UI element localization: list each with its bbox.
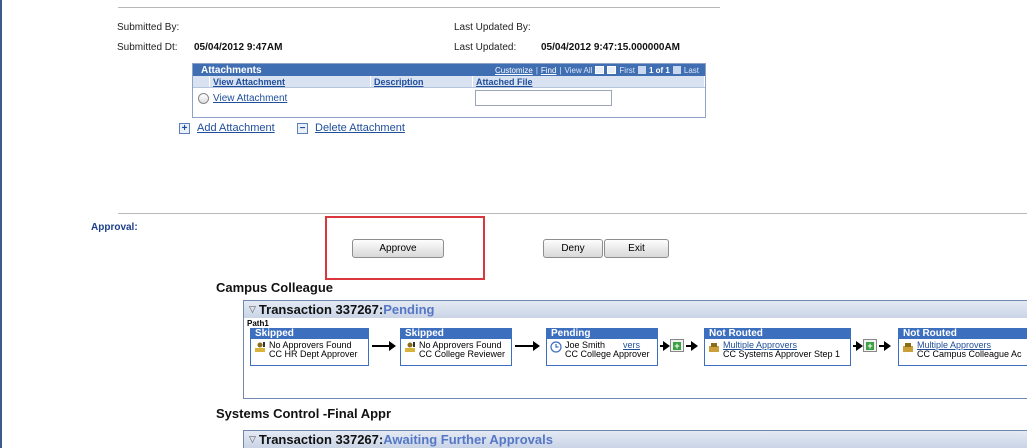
separator: | bbox=[535, 65, 538, 75]
transaction-box-1: ▽ Transaction 337267: Pending Path1 Skip… bbox=[243, 300, 1027, 399]
section-title-campus-colleague: Campus Colleague bbox=[216, 280, 334, 295]
separator: | bbox=[559, 65, 562, 75]
step-status: Not Routed bbox=[899, 329, 1027, 339]
collapse-triangle-icon[interactable]: ▽ bbox=[249, 434, 256, 445]
path-label: Path1 bbox=[247, 319, 269, 328]
plus-icon: + bbox=[866, 341, 874, 351]
submitted-dt-label: Submitted Dt: bbox=[117, 42, 178, 53]
step-hr-dept: Skipped No Approvers Found CC HR Dept App… bbox=[250, 328, 369, 366]
attachments-header: Attachments Customize | Find | View All … bbox=[193, 64, 705, 76]
flow-arrow bbox=[660, 341, 670, 351]
col-attached-file[interactable]: Attached File bbox=[473, 76, 705, 87]
add-attachment-icon[interactable]: + bbox=[179, 123, 190, 134]
person-warning-icon bbox=[405, 342, 415, 352]
flow-arrow bbox=[372, 341, 396, 351]
last-updated-label: Last Updated: bbox=[454, 42, 517, 53]
exit-button[interactable]: Exit bbox=[604, 239, 669, 258]
step-college-approver: Pending Joe Smith vers CC College Approve… bbox=[546, 328, 658, 366]
deny-button[interactable]: Deny bbox=[543, 239, 603, 258]
submitted-dt-value: 05/04/2012 9:47AM bbox=[194, 42, 283, 53]
group-folder-icon bbox=[709, 343, 719, 352]
step-line2: CC College Approver bbox=[565, 349, 650, 359]
transaction-label-2: Transaction 337267: bbox=[258, 432, 384, 447]
grid-toolbar: Customize | Find | View All First 1 of 1… bbox=[495, 64, 699, 76]
delete-attachment-icon[interactable]: − bbox=[297, 123, 308, 134]
col-description[interactable]: Description bbox=[371, 76, 473, 87]
flow-arrow bbox=[853, 341, 863, 351]
transaction-label-1: Transaction 337267: bbox=[258, 302, 384, 317]
transaction-header-1[interactable]: ▽ Transaction 337267: Pending bbox=[244, 301, 1027, 318]
prev-arrow-icon[interactable] bbox=[637, 66, 646, 74]
step-status: Skipped bbox=[251, 329, 368, 339]
clock-icon bbox=[550, 341, 562, 353]
transaction-status-2: Awaiting Further Approvals bbox=[383, 432, 553, 447]
transaction-status-1: Pending bbox=[383, 302, 435, 317]
range-text: 1 of 1 bbox=[648, 65, 670, 75]
submitted-by-label: Submitted By: bbox=[117, 22, 180, 33]
view-all-link[interactable]: View All bbox=[565, 66, 593, 75]
step-systems-approver: Not Routed Multiple Approvers CC Systems … bbox=[704, 328, 851, 366]
approval-divider bbox=[118, 213, 1027, 214]
section-title-systems-control: Systems Control -Final Appr bbox=[216, 406, 392, 421]
flow-arrow bbox=[515, 341, 540, 351]
plus-icon: + bbox=[673, 341, 681, 351]
step-line2: CC HR Dept Approver bbox=[269, 349, 358, 359]
step-line2: CC Systems Approver Step 1 bbox=[723, 349, 841, 359]
step-status: Not Routed bbox=[705, 329, 850, 339]
find-link[interactable]: Find bbox=[541, 66, 557, 75]
flow-arrow bbox=[686, 341, 698, 351]
approve-button[interactable]: Approve bbox=[352, 239, 444, 258]
row-select-radio[interactable] bbox=[198, 92, 209, 104]
attachments-column-headers: View Attachment Description Attached Fil… bbox=[193, 76, 705, 88]
approval-label: Approval: bbox=[91, 222, 138, 233]
col-view-attachment[interactable]: View Attachment bbox=[210, 76, 371, 87]
last-updated-value: 05/04/2012 9:47:15.000000AM bbox=[541, 42, 680, 53]
first-link[interactable]: First bbox=[619, 66, 635, 75]
step-line2: CC College Reviewer bbox=[419, 349, 506, 359]
attached-file-field[interactable] bbox=[475, 90, 612, 106]
next-arrow-icon[interactable] bbox=[672, 66, 681, 74]
top-divider bbox=[118, 7, 720, 8]
insert-approver-button[interactable]: + bbox=[863, 339, 877, 352]
table-row: View Attachment bbox=[193, 88, 705, 108]
attachments-grid: Attachments Customize | Find | View All … bbox=[192, 63, 706, 118]
step-status: Skipped bbox=[401, 329, 511, 339]
select-column-header bbox=[193, 76, 210, 87]
customize-link[interactable]: Customize bbox=[495, 66, 533, 75]
person-warning-icon bbox=[255, 342, 265, 352]
grid-icon[interactable] bbox=[607, 66, 617, 74]
last-link[interactable]: Last bbox=[684, 66, 699, 75]
attachments-title: Attachments bbox=[201, 64, 262, 76]
delete-attachment-link[interactable]: Delete Attachment bbox=[315, 122, 405, 134]
transaction-header-2[interactable]: ▽ Transaction 337267: Awaiting Further A… bbox=[244, 431, 1027, 448]
view-attachment-link[interactable]: View Attachment bbox=[213, 93, 287, 104]
flow-arrow bbox=[879, 341, 891, 351]
last-updated-by-label: Last Updated By: bbox=[454, 22, 531, 33]
step-college-reviewer: Skipped No Approvers Found CC College Rev… bbox=[400, 328, 512, 366]
group-folder-icon bbox=[903, 343, 913, 352]
step-status: Pending bbox=[547, 329, 657, 339]
step-campus-colleague: Not Routed Multiple Approvers CC Campus C… bbox=[898, 328, 1027, 366]
download-icon[interactable] bbox=[595, 66, 605, 74]
add-attachment-link[interactable]: Add Attachment bbox=[197, 122, 275, 134]
step-line2: CC Campus Colleague Ac bbox=[917, 349, 1022, 359]
transaction-box-2: ▽ Transaction 337267: Awaiting Further A… bbox=[243, 430, 1027, 448]
collapse-triangle-icon[interactable]: ▽ bbox=[249, 304, 256, 315]
insert-approver-button[interactable]: + bbox=[670, 339, 684, 352]
